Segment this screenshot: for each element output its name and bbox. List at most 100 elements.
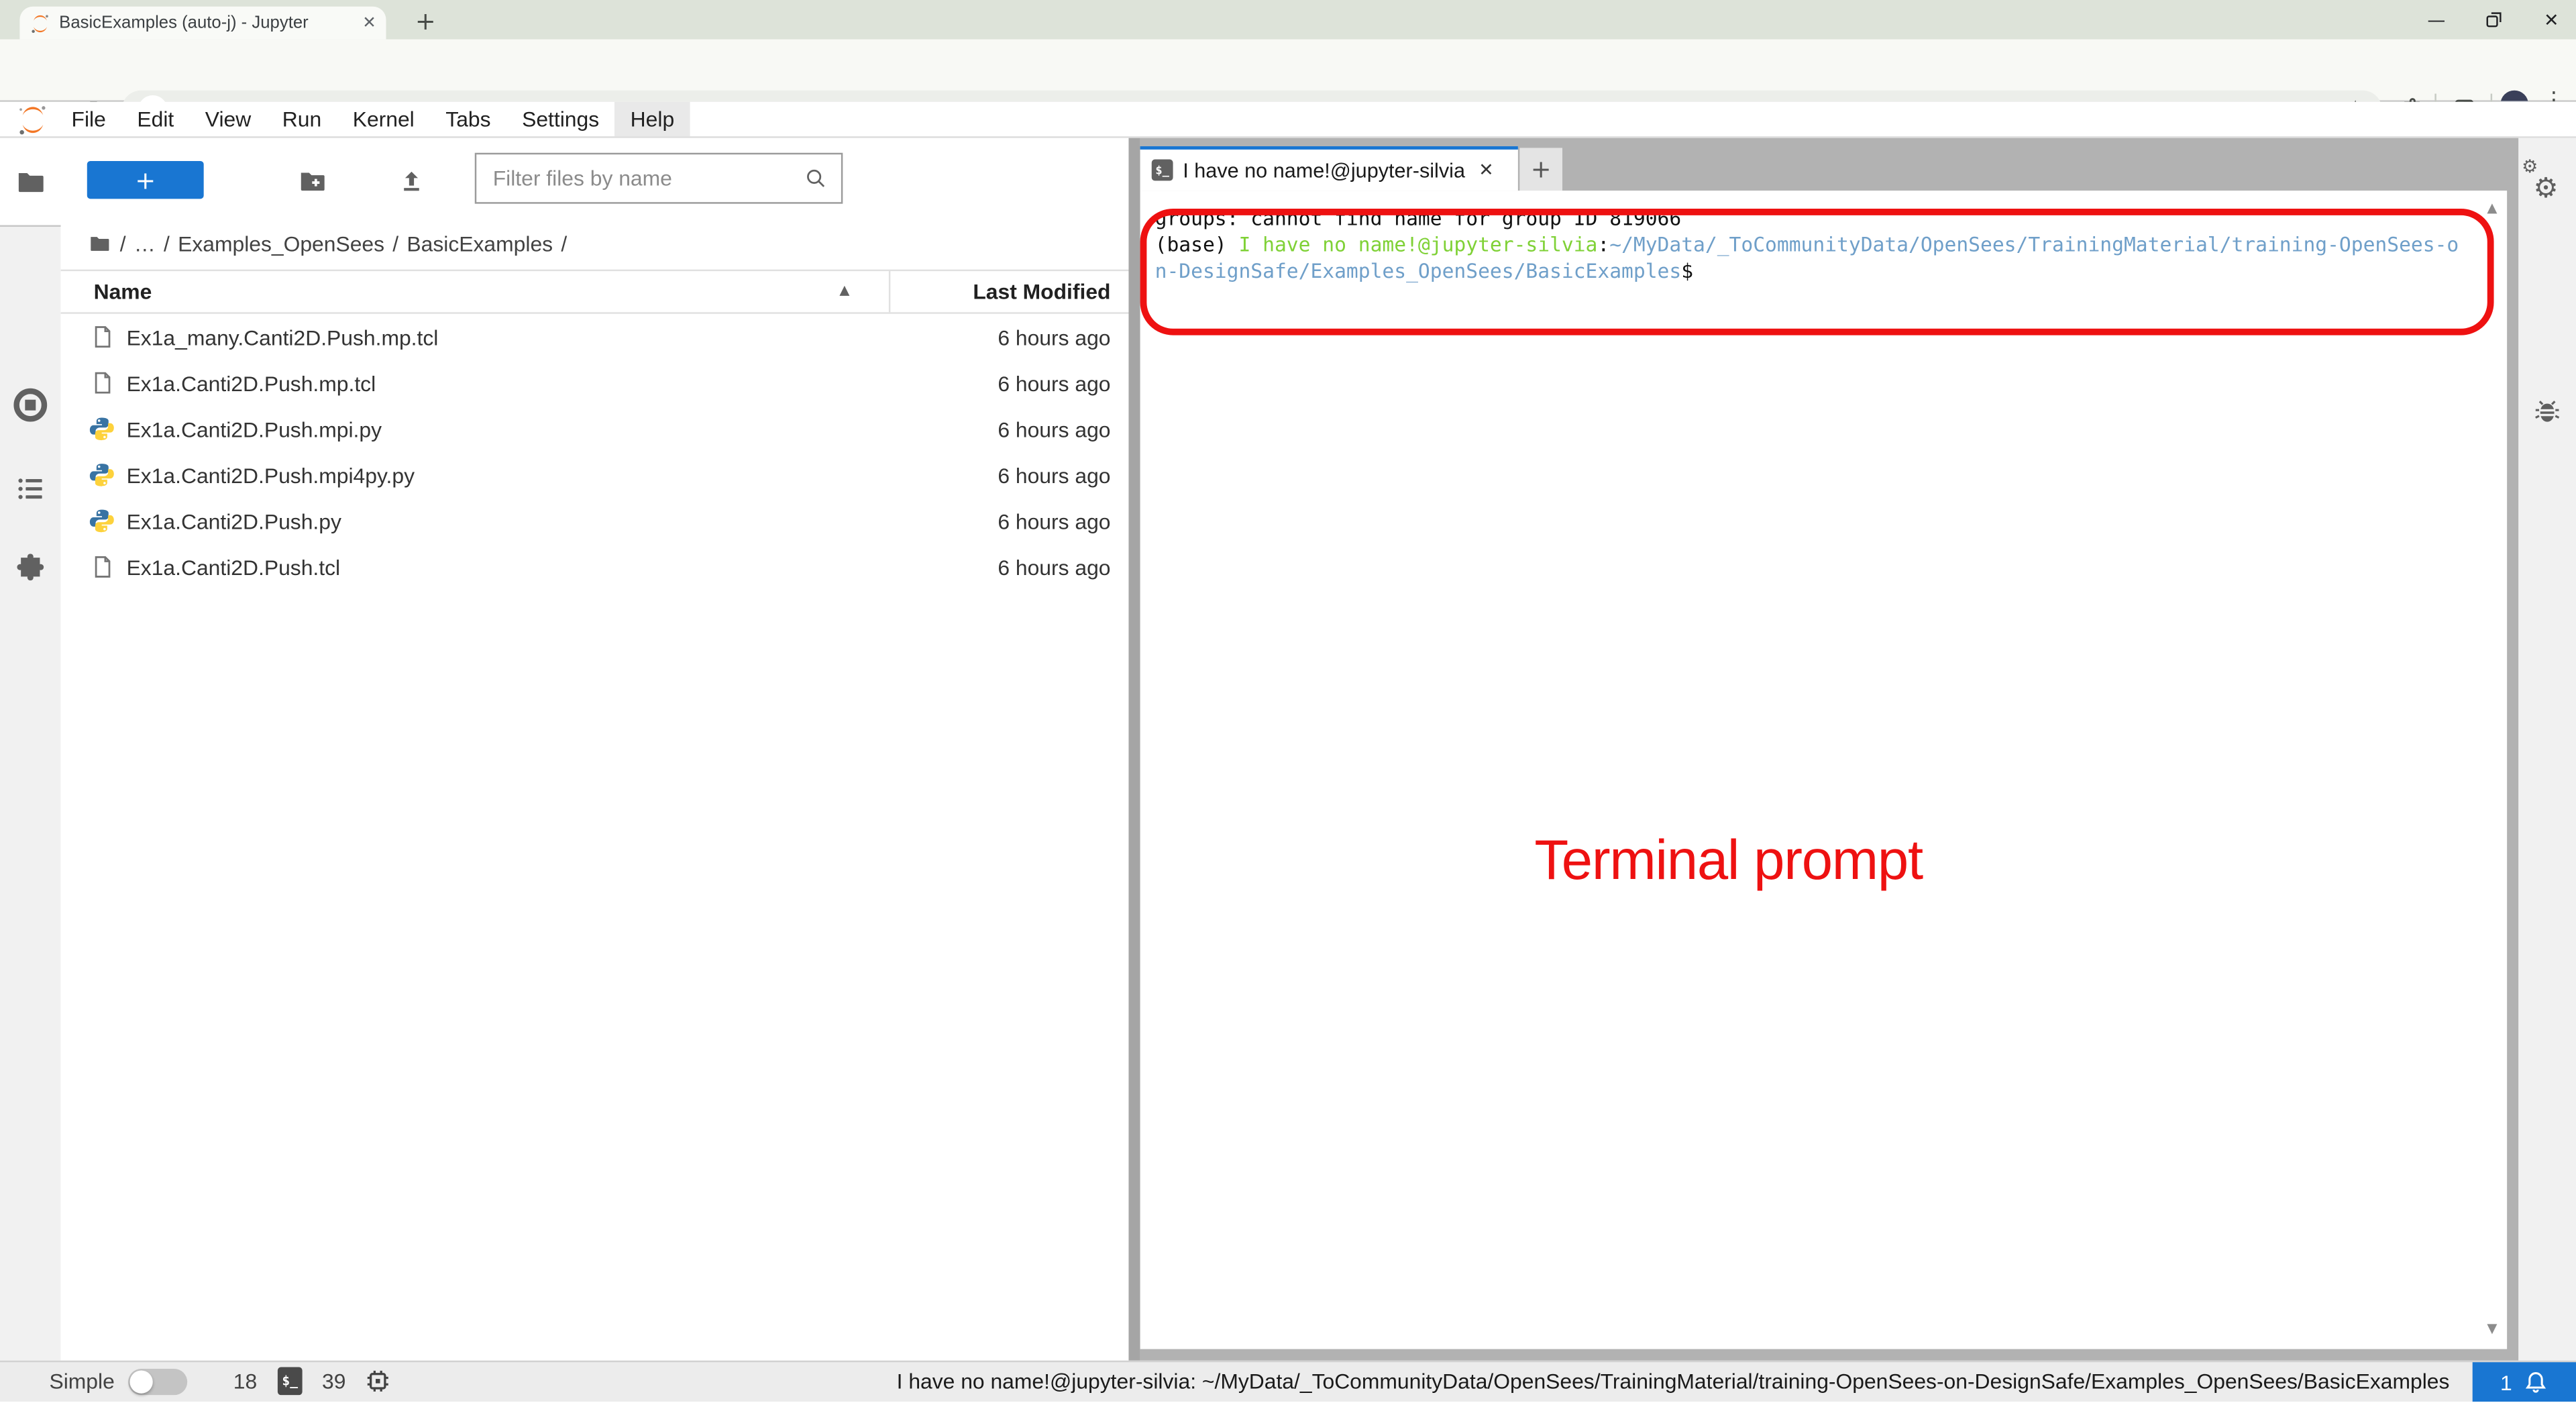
filter-files-input[interactable] bbox=[490, 164, 804, 193]
breadcrumb-items: /…/Examples_OpenSees/BasicExamples/ bbox=[120, 231, 567, 256]
scroll-down-icon[interactable]: ▼ bbox=[2487, 1321, 2497, 1336]
breadcrumb-separator: / bbox=[120, 231, 126, 256]
file-icon bbox=[89, 323, 115, 350]
terminal-output: groups: cannot find name for group ID 81… bbox=[1155, 205, 2459, 284]
simple-mode-label: Simple bbox=[49, 1369, 114, 1394]
new-launcher-button[interactable]: + bbox=[87, 161, 204, 199]
file-list-header: Name ▲ Last Modified bbox=[61, 270, 1129, 314]
python-icon bbox=[89, 508, 115, 534]
file-browser-icon[interactable] bbox=[0, 166, 61, 197]
python-icon bbox=[89, 462, 115, 488]
browser-tab[interactable]: BasicExamples (auto-j) - Jupyter ✕ bbox=[19, 7, 386, 40]
sort-ascending-icon[interactable]: ▲ bbox=[839, 282, 849, 297]
breadcrumb-ellipsis[interactable]: … bbox=[134, 231, 156, 256]
debugger-icon[interactable] bbox=[2533, 398, 2561, 435]
terminal-line: n-DesignSafe/Examples_OpenSees/BasicExam… bbox=[1155, 258, 2459, 284]
close-terminal-tab-icon[interactable]: ✕ bbox=[1479, 160, 1494, 181]
menu-item-tabs[interactable]: Tabs bbox=[430, 102, 506, 136]
main-dock-panel: $_ I have no name!@jupyter-silvia ✕ + gr… bbox=[1140, 138, 2519, 1361]
breadcrumb: /…/Examples_OpenSees/BasicExamples/ bbox=[87, 225, 567, 262]
file-name: Ex1a.Canti2D.Push.py bbox=[127, 509, 341, 533]
terminal-line: groups: cannot find name for group ID 81… bbox=[1155, 205, 2459, 231]
menu-item-kernel[interactable]: Kernel bbox=[337, 102, 430, 136]
new-folder-icon[interactable] bbox=[292, 161, 332, 201]
file-row[interactable]: Ex1a.Canti2D.Push.py6 hours ago bbox=[61, 498, 1129, 544]
file-row[interactable]: Ex1a.Canti2D.Push.mpi.py 6 hours ago bbox=[61, 406, 1129, 452]
table-of-contents-icon[interactable] bbox=[0, 475, 61, 503]
notifications-badge[interactable]: 1 bbox=[2473, 1362, 2576, 1402]
file-row[interactable]: Ex1a.Canti2D.Push.mpi4py.py 6 hours ago bbox=[61, 452, 1129, 498]
notifications-count: 1 bbox=[2500, 1369, 2512, 1394]
add-tab-button[interactable]: + bbox=[1519, 148, 1562, 191]
terminal-icon: $_ bbox=[1152, 160, 1173, 181]
panel-resize-handle[interactable] bbox=[1128, 138, 1140, 1361]
home-folder-icon[interactable] bbox=[87, 231, 112, 254]
filter-files-box[interactable] bbox=[475, 153, 843, 204]
left-activity-bar bbox=[0, 138, 61, 1361]
search-icon bbox=[804, 166, 828, 191]
file-row[interactable]: Ex1a_many.Canti2D.Push.mp.tcl6 hours ago bbox=[61, 314, 1129, 360]
kernel-status-icon[interactable] bbox=[365, 1367, 391, 1403]
menu-item-help[interactable]: Help bbox=[614, 102, 690, 136]
terminal-status-icon[interactable]: $_ bbox=[278, 1367, 303, 1396]
jupyter-logo-icon bbox=[13, 103, 53, 136]
screen: BasicExamples (auto-j) - Jupyter ✕ + — ✕… bbox=[0, 0, 2576, 1402]
file-name: Ex1a.Canti2D.Push.mpi4py.py bbox=[127, 462, 415, 487]
menubar-items: FileEditViewRunKernelTabsSettingsHelp bbox=[56, 102, 690, 136]
terminal-tab[interactable]: $_ I have no name!@jupyter-silvia ✕ bbox=[1140, 146, 1518, 191]
file-name: Ex1a.Canti2D.Push.mp.tcl bbox=[127, 370, 376, 395]
menu-item-view[interactable]: View bbox=[190, 102, 267, 136]
bell-icon bbox=[2524, 1369, 2548, 1395]
breadcrumb-separator: / bbox=[392, 231, 398, 256]
new-tab-button[interactable]: + bbox=[409, 5, 442, 38]
status-bar: Simple 18 $_ 39 I have no name!@jupyter-… bbox=[0, 1361, 2576, 1402]
simple-mode-toggle[interactable] bbox=[128, 1369, 187, 1395]
terminal-tab-label: I have no name!@jupyter-silvia bbox=[1183, 158, 1475, 181]
column-divider bbox=[889, 271, 890, 312]
divider bbox=[0, 225, 61, 227]
file-row[interactable]: Ex1a.Canti2D.Push.tcl6 hours ago bbox=[61, 544, 1129, 590]
file-modified: 6 hours ago bbox=[998, 417, 1110, 441]
file-row[interactable]: Ex1a.Canti2D.Push.mp.tcl6 hours ago bbox=[61, 360, 1129, 406]
file-icon bbox=[89, 370, 115, 396]
upload-icon[interactable] bbox=[391, 161, 431, 201]
browser-tab-title: BasicExamples (auto-j) - Jupyter bbox=[59, 13, 356, 33]
kernels-count: 39 bbox=[322, 1369, 345, 1394]
menu-item-settings[interactable]: Settings bbox=[506, 102, 615, 136]
terminal-panel[interactable]: groups: cannot find name for group ID 81… bbox=[1140, 191, 2508, 1349]
window-close-icon[interactable]: ✕ bbox=[2540, 9, 2563, 30]
extension-manager-icon[interactable] bbox=[0, 550, 61, 584]
window-controls: — ✕ bbox=[2425, 0, 2576, 40]
running-sessions-icon[interactable] bbox=[0, 386, 61, 424]
python-icon bbox=[89, 416, 115, 442]
plus-icon: + bbox=[135, 165, 156, 195]
file-modified: 6 hours ago bbox=[998, 325, 1110, 350]
file-modified: 6 hours ago bbox=[998, 555, 1110, 580]
menu-item-run[interactable]: Run bbox=[267, 102, 337, 136]
toggle-knob bbox=[129, 1370, 152, 1393]
file-name: Ex1a.Canti2D.Push.mpi.py bbox=[127, 417, 382, 441]
file-list: Ex1a_many.Canti2D.Push.mp.tcl6 hours ago… bbox=[61, 314, 1129, 590]
jupyterlab-menubar: FileEditViewRunKernelTabsSettingsHelp bbox=[0, 102, 2576, 138]
right-sidebar: ⚙ ⚙ bbox=[2518, 138, 2576, 1361]
tab-close-icon[interactable]: ✕ bbox=[362, 14, 376, 32]
breadcrumb-separator: / bbox=[164, 231, 170, 256]
scroll-up-icon[interactable]: ▲ bbox=[2487, 201, 2497, 215]
window-minimize-icon[interactable]: — bbox=[2425, 9, 2448, 30]
file-icon bbox=[89, 554, 115, 580]
column-header-modified[interactable]: Last Modified bbox=[973, 279, 1110, 304]
property-inspector-icon[interactable]: ⚙ ⚙ bbox=[2518, 138, 2576, 211]
session-path-text: I have no name!@jupyter-silvia: ~/MyData… bbox=[897, 1369, 2450, 1394]
workspace: + ↻ /…/Examples_OpenSees/BasicExamples/ bbox=[0, 138, 2576, 1361]
terminals-count: 18 bbox=[233, 1369, 257, 1394]
window-restore-icon[interactable] bbox=[2484, 10, 2504, 30]
file-modified: 6 hours ago bbox=[998, 462, 1110, 487]
breadcrumb-segment[interactable]: BasicExamples bbox=[407, 231, 553, 256]
menu-item-file[interactable]: File bbox=[56, 102, 121, 136]
file-browser-panel: + ↻ /…/Examples_OpenSees/BasicExamples/ bbox=[61, 138, 1129, 1361]
menu-item-edit[interactable]: Edit bbox=[121, 102, 189, 136]
jupyter-favicon-icon bbox=[30, 12, 51, 34]
breadcrumb-segment[interactable]: Examples_OpenSees bbox=[178, 231, 384, 256]
column-header-name[interactable]: Name bbox=[94, 279, 152, 304]
browser-toolbar: ← → ↻ jupyter.designsafe-ci.org/user/sil… bbox=[0, 40, 2576, 102]
